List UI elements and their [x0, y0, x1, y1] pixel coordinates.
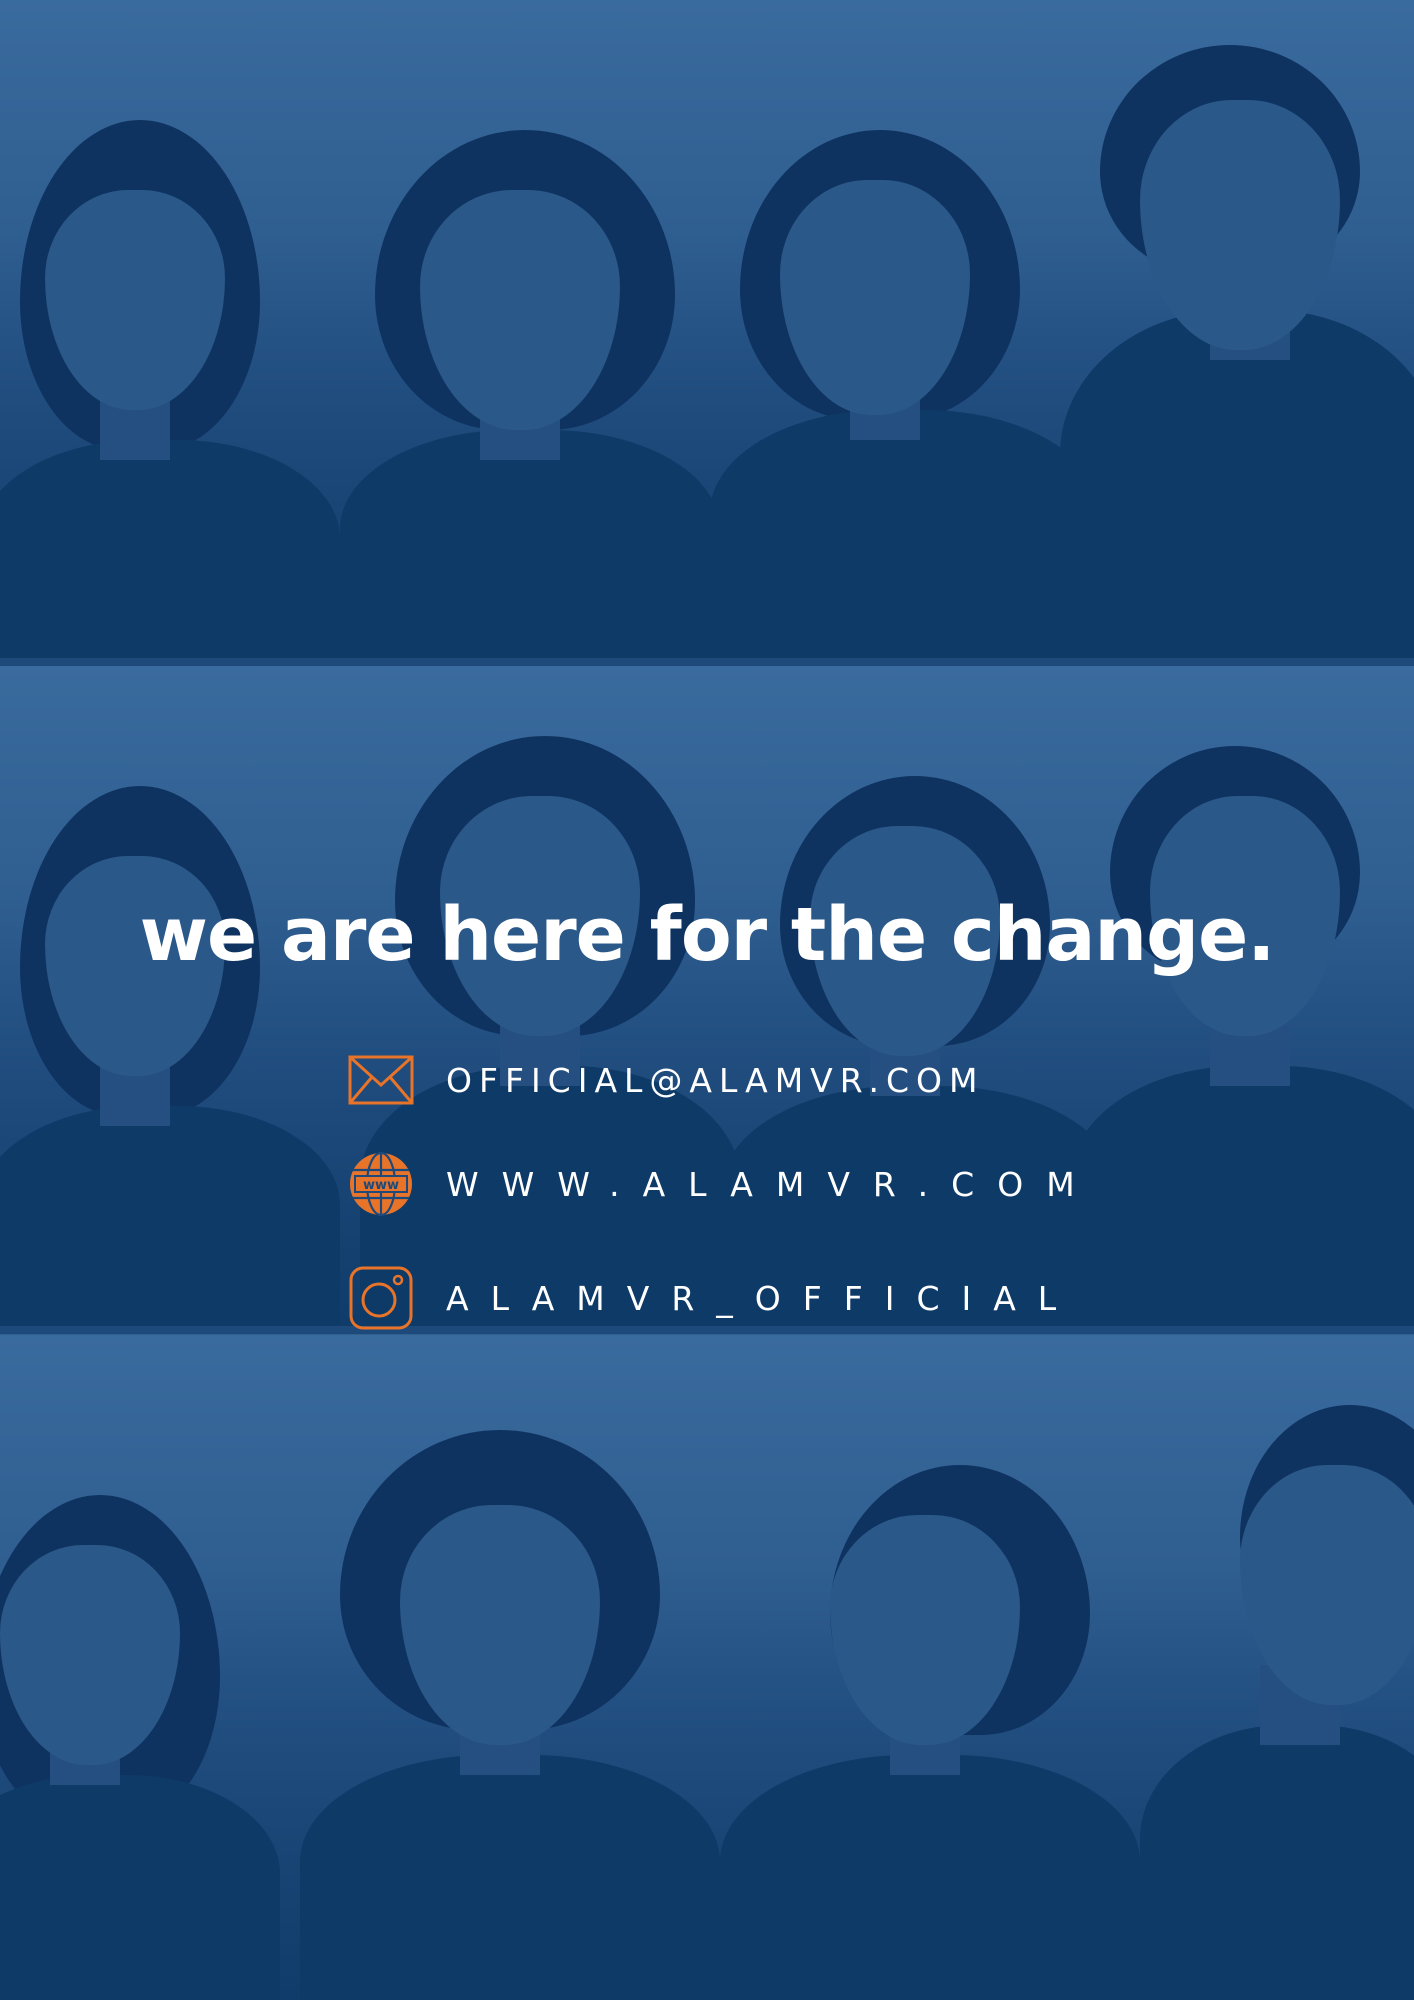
person — [1070, 666, 1414, 1326]
instagram-icon — [346, 1263, 416, 1333]
team-photo-2 — [0, 666, 1414, 1326]
person — [720, 1335, 1140, 2000]
person — [0, 0, 360, 658]
divider — [0, 658, 1414, 666]
team-photo-3 — [0, 1335, 1414, 2000]
person — [0, 1335, 320, 2000]
envelope-icon — [346, 1045, 416, 1115]
person — [1060, 0, 1414, 658]
instagram-handle[interactable]: ALAMVR_OFFICIAL — [446, 1282, 1078, 1315]
www-badge: www — [363, 1178, 399, 1193]
person — [350, 666, 750, 1326]
poster: we are here for the change. OFFICIAL@ALA… — [0, 0, 1414, 2000]
globe-www-icon: www — [346, 1149, 416, 1219]
person — [720, 666, 1120, 1326]
person — [330, 0, 730, 658]
website-url[interactable]: WWW.ALAMVR.COM — [446, 1168, 1098, 1201]
person — [300, 1335, 720, 2000]
website-contact[interactable]: www WWW.ALAMVR.COM — [346, 1149, 1106, 1219]
email-address[interactable]: OFFICIAL@ALAMVR.COM — [446, 1064, 984, 1097]
headline: we are here for the change. — [139, 892, 1276, 978]
person — [1140, 1335, 1414, 2000]
team-photo-1 — [0, 0, 1414, 658]
person — [0, 666, 360, 1326]
person — [700, 0, 1100, 658]
instagram-contact[interactable]: ALAMVR_OFFICIAL — [346, 1263, 1106, 1333]
email-contact[interactable]: OFFICIAL@ALAMVR.COM — [346, 1045, 1106, 1115]
